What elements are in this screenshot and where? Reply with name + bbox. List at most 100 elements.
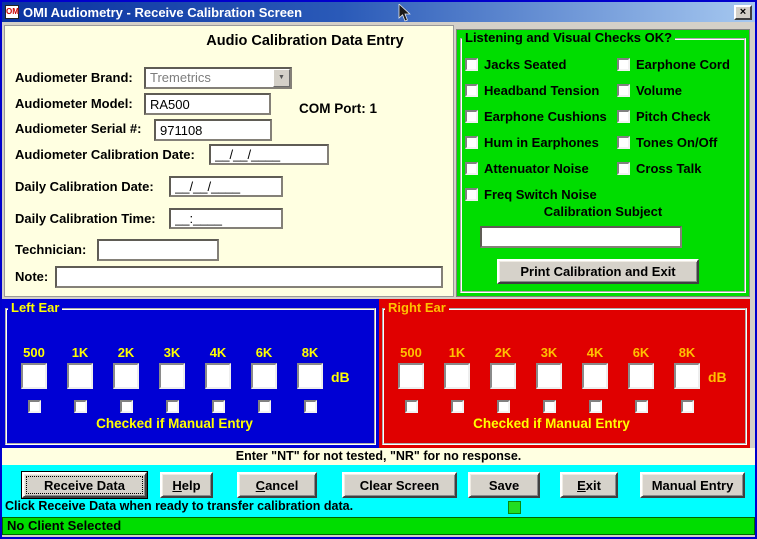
left-ear-manual-note: Checked if Manual Entry — [2, 416, 347, 431]
daily-time-input[interactable] — [169, 208, 283, 229]
chevron-down-icon[interactable]: ▼ — [273, 69, 290, 87]
technician-input[interactable] — [97, 239, 219, 261]
status-message: Click Receive Data when ready to transfe… — [5, 499, 353, 513]
right-ear-db-label: dB — [708, 369, 727, 385]
left-ear-6k-manual-checkbox[interactable] — [258, 400, 271, 413]
right-ear-4k-manual-checkbox[interactable] — [589, 400, 602, 413]
right-ear-6k-input[interactable] — [628, 363, 654, 389]
save-button[interactable]: Save — [468, 472, 540, 498]
window-title: OMI Audiometry - Receive Calibration Scr… — [23, 5, 734, 20]
cal-date-label: Audiometer Calibration Date: — [15, 147, 195, 162]
attenuator-noise-label: Attenuator Noise — [484, 161, 589, 176]
tones-on-off-checkbox[interactable] — [617, 136, 630, 149]
earphone-cushions-checkbox[interactable] — [465, 110, 478, 123]
freq-label-8k: 8K — [679, 345, 696, 363]
left-ear-title: Left Ear — [8, 300, 62, 315]
right-ear-4k-input[interactable] — [582, 363, 608, 389]
print-calibration-exit-button[interactable]: Print Calibration and Exit — [497, 259, 699, 284]
freq-label-3k: 3K — [541, 345, 558, 363]
tones-on-off-label: Tones On/Off — [636, 135, 717, 150]
headband-tension-checkbox[interactable] — [465, 84, 478, 97]
left-ear-1k-input[interactable] — [67, 363, 93, 389]
note-input[interactable] — [55, 266, 443, 288]
note-label: Note: — [15, 269, 48, 284]
left-ear-db-label: dB — [331, 369, 350, 385]
right-ear-manual-note: Checked if Manual Entry — [379, 416, 724, 431]
right-ear-2k-input[interactable] — [490, 363, 516, 389]
freq-label-6k: 6K — [256, 345, 273, 363]
left-ear-6k-input[interactable] — [251, 363, 277, 389]
freq-label-2k: 2K — [495, 345, 512, 363]
freq-label-2k: 2K — [118, 345, 135, 363]
freq-label-1k: 1K — [449, 345, 466, 363]
right-ear-title: Right Ear — [385, 300, 449, 315]
earphone-cushions-label: Earphone Cushions — [484, 109, 607, 124]
model-input[interactable] — [144, 93, 271, 115]
freq-switch-noise-checkbox[interactable] — [465, 188, 478, 201]
left-ear-2k-input[interactable] — [113, 363, 139, 389]
jacks-seated-label: Jacks Seated — [484, 57, 566, 72]
pitch-check-checkbox[interactable] — [617, 110, 630, 123]
freq-label-500: 500 — [23, 345, 45, 363]
right-ear-6k-manual-checkbox[interactable] — [635, 400, 648, 413]
app-window: OM OMI Audiometry - Receive Calibration … — [0, 0, 757, 539]
calibration-subject-input[interactable] — [480, 226, 682, 248]
left-ear-3k-manual-checkbox[interactable] — [166, 400, 179, 413]
left-ear-8k-input[interactable] — [297, 363, 323, 389]
hum-in-earphones-checkbox[interactable] — [465, 136, 478, 149]
right-ear-2k-manual-checkbox[interactable] — [497, 400, 510, 413]
freq-label-6k: 6K — [633, 345, 650, 363]
right-ear-500-input[interactable] — [398, 363, 424, 389]
attenuator-noise-checkbox[interactable] — [465, 162, 478, 175]
cancel-button[interactable]: Cancel — [237, 472, 317, 498]
left-ear-4k-input[interactable] — [205, 363, 231, 389]
checks-group-title: Listening and Visual Checks OK? — [462, 30, 675, 45]
volume-label: Volume — [636, 83, 682, 98]
hum-in-earphones-label: Hum in Earphones — [484, 135, 599, 150]
com-port-label: COM Port: 1 — [299, 101, 377, 116]
technician-label: Technician: — [15, 242, 86, 257]
right-ear-1k-manual-checkbox[interactable] — [451, 400, 464, 413]
daily-time-label: Daily Calibration Time: — [15, 211, 156, 226]
left-ear-2k-manual-checkbox[interactable] — [120, 400, 133, 413]
freq-label-1k: 1K — [72, 345, 89, 363]
left-ear-1k-manual-checkbox[interactable] — [74, 400, 87, 413]
freq-label-4k: 4K — [587, 345, 604, 363]
brand-dropdown[interactable]: Tremetrics ▼ — [144, 67, 292, 89]
cross-talk-label: Cross Talk — [636, 161, 702, 176]
clear-screen-button[interactable]: Clear Screen — [342, 472, 457, 498]
right-ear-3k-input[interactable] — [536, 363, 562, 389]
jacks-seated-checkbox[interactable] — [465, 58, 478, 71]
status-indicator-square — [508, 501, 521, 514]
right-ear-1k-input[interactable] — [444, 363, 470, 389]
right-ear-panel: Right Ear 500 1K 2K 3K 4K 6K 8K dB — [379, 299, 750, 448]
left-ear-500-manual-checkbox[interactable] — [28, 400, 41, 413]
toolbar: Receive Data Help Cancel Clear Screen Sa… — [2, 465, 755, 517]
help-button[interactable]: Help — [160, 472, 213, 498]
left-ear-8k-manual-checkbox[interactable] — [304, 400, 317, 413]
cross-talk-checkbox[interactable] — [617, 162, 630, 175]
cal-date-input[interactable] — [209, 144, 329, 165]
right-ear-3k-manual-checkbox[interactable] — [543, 400, 556, 413]
entry-panel-title: Audio Calibration Data Entry — [155, 33, 455, 49]
close-icon[interactable]: × — [734, 5, 752, 20]
volume-checkbox[interactable] — [617, 84, 630, 97]
pitch-check-label: Pitch Check — [636, 109, 710, 124]
manual-entry-button[interactable]: Manual Entry — [640, 472, 745, 498]
right-ear-500-manual-checkbox[interactable] — [405, 400, 418, 413]
serial-label: Audiometer Serial #: — [15, 121, 141, 136]
right-ear-8k-input[interactable] — [674, 363, 700, 389]
exit-button[interactable]: Exit — [560, 472, 618, 498]
left-ear-500-input[interactable] — [21, 363, 47, 389]
daily-date-label: Daily Calibration Date: — [15, 179, 154, 194]
freq-label-500: 500 — [400, 345, 422, 363]
right-ear-8k-manual-checkbox[interactable] — [681, 400, 694, 413]
earphone-cord-checkbox[interactable] — [617, 58, 630, 71]
serial-input[interactable] — [154, 119, 272, 141]
left-ear-3k-input[interactable] — [159, 363, 185, 389]
brand-value: Tremetrics — [150, 70, 211, 85]
left-ear-panel: Left Ear 500 1K 2K 3K 4K 6K 8K dB — [2, 299, 379, 448]
left-ear-4k-manual-checkbox[interactable] — [212, 400, 225, 413]
receive-data-button[interactable]: Receive Data — [22, 472, 147, 498]
daily-date-input[interactable] — [169, 176, 283, 197]
